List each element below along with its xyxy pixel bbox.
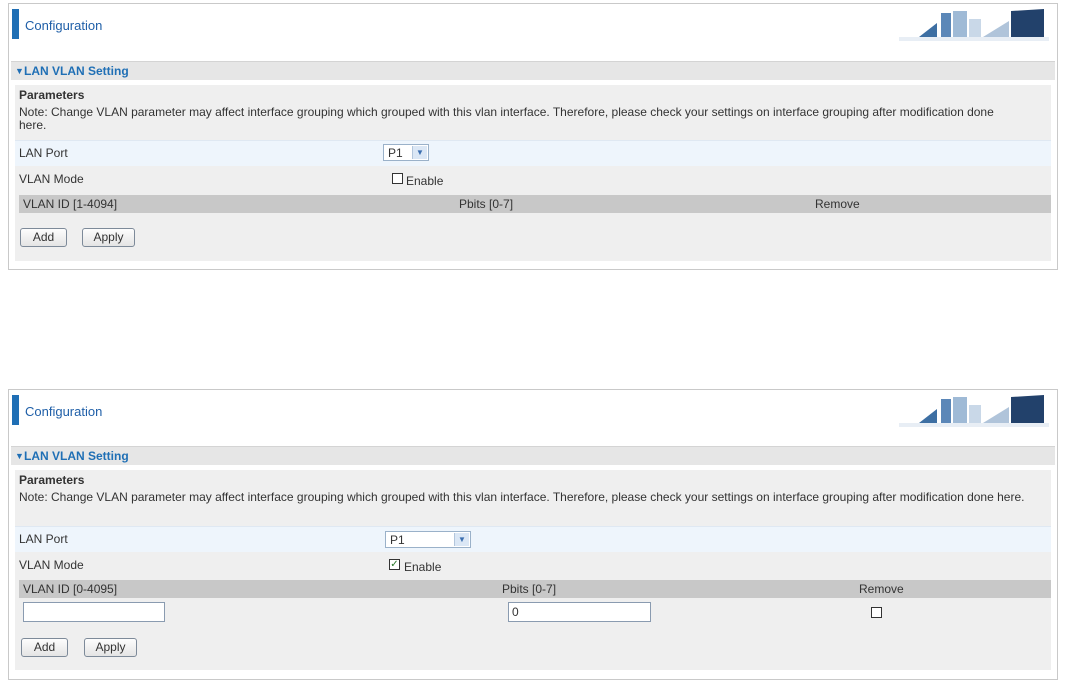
vlan-mode-row: VLAN Mode ✓ Enable (15, 553, 1051, 578)
config-panel-1: Configuration ▼ LAN VLAN Setting Paramet… (8, 3, 1058, 270)
lan-port-value: P1 (390, 533, 405, 547)
panel-header: Configuration (9, 390, 1057, 430)
chevron-down-icon[interactable]: ▼ (412, 146, 427, 159)
header-accent-bar (12, 9, 19, 39)
remove-checkbox[interactable] (871, 607, 882, 618)
config-panel-2: Configuration ▼ LAN VLAN Setting Paramet… (8, 389, 1058, 680)
lan-port-label: LAN Port (19, 146, 68, 160)
lan-port-row: LAN Port P1 ▼ (15, 140, 1051, 166)
triangle-down-icon[interactable]: ▼ (15, 451, 24, 461)
header-accent-bar (12, 395, 19, 425)
col-pbits: Pbits [0-7] (502, 582, 557, 596)
parameters-box: Parameters Note: Change VLAN parameter m… (15, 85, 1051, 261)
section-header[interactable]: ▼ LAN VLAN Setting (11, 61, 1055, 80)
vlan-mode-row: VLAN Mode Enable (15, 167, 1051, 192)
col-pbits: Pbits [0-7] (459, 197, 514, 211)
page-title: Configuration (25, 404, 103, 419)
section-title: LAN VLAN Setting (24, 64, 129, 78)
apply-button[interactable]: Apply (84, 638, 137, 657)
table-row: 0 (15, 599, 1051, 625)
section-title: LAN VLAN Setting (24, 449, 129, 463)
page-title: Configuration (25, 18, 103, 33)
parameters-title: Parameters (19, 88, 85, 102)
note-text: Note: Change VLAN parameter may affect i… (19, 105, 994, 132)
lan-port-label: LAN Port (19, 532, 68, 546)
enable-checkbox[interactable]: ✓ (389, 559, 400, 570)
triangle-down-icon[interactable]: ▼ (15, 66, 24, 76)
add-button[interactable]: Add (21, 638, 68, 657)
section-header[interactable]: ▼ LAN VLAN Setting (11, 446, 1055, 465)
enable-checkbox[interactable] (392, 173, 403, 184)
parameters-title: Parameters (19, 473, 85, 487)
table-header: VLAN ID [1-4094] Pbits [0-7] Remove (19, 195, 1051, 213)
add-button[interactable]: Add (20, 228, 67, 247)
table-header: VLAN ID [0-4095] Pbits [0-7] Remove (19, 580, 1051, 598)
panel-header: Configuration (9, 4, 1057, 44)
lan-port-row: LAN Port P1 ▼ (15, 526, 1051, 552)
lan-port-select[interactable]: P1 ▼ (385, 531, 471, 548)
enable-label: Enable (406, 174, 444, 188)
parameters-box: Parameters Note: Change VLAN parameter m… (15, 470, 1051, 670)
chevron-down-icon[interactable]: ▼ (454, 533, 469, 546)
vlan-mode-label: VLAN Mode (19, 172, 84, 186)
lan-port-value: P1 (388, 146, 403, 160)
enable-label: Enable (404, 560, 442, 574)
col-remove: Remove (815, 197, 860, 211)
col-vlan-id: VLAN ID [0-4095] (23, 582, 118, 596)
apply-button[interactable]: Apply (82, 228, 135, 247)
pbits-input[interactable]: 0 (508, 602, 651, 622)
network-devices-logo (899, 9, 1049, 41)
network-devices-logo (899, 395, 1049, 427)
col-vlan-id: VLAN ID [1-4094] (23, 197, 118, 211)
vlan-mode-label: VLAN Mode (19, 558, 84, 572)
vlan-id-input[interactable] (23, 602, 165, 622)
col-remove: Remove (859, 582, 904, 596)
note-text: Note: Change VLAN parameter may affect i… (19, 490, 1025, 504)
lan-port-select[interactable]: P1 ▼ (383, 144, 429, 161)
